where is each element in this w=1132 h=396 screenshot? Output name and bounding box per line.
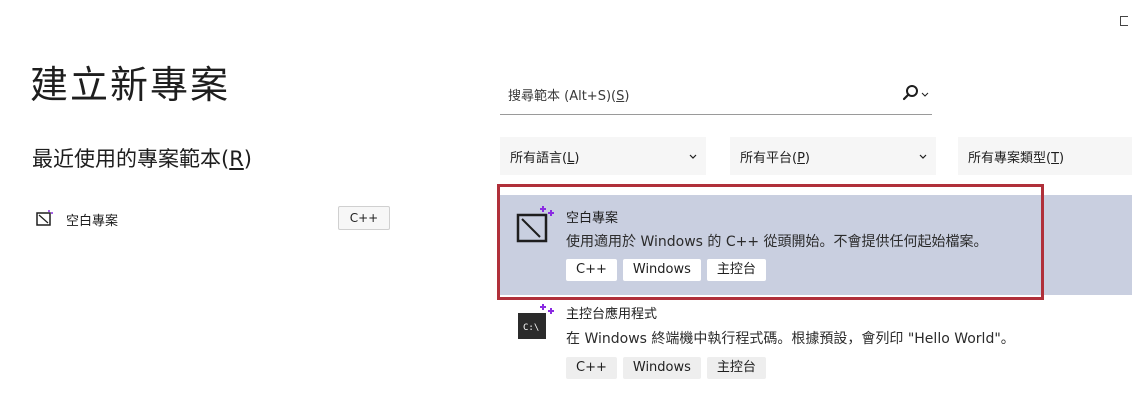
- search-placeholder-prefix: 搜尋範本 (Alt+S)(: [508, 89, 617, 104]
- recent-template-item[interactable]: 空白專案 C++: [32, 206, 392, 232]
- recent-heading-prefix: 最近使用的專案範本(: [32, 147, 230, 171]
- recent-template-language-tag: C++: [338, 206, 390, 230]
- template-tag: C++: [566, 259, 617, 281]
- recent-templates-heading: 最近使用的專案範本(R): [32, 143, 252, 173]
- empty-project-icon: [516, 206, 554, 243]
- platform-filter-dropdown[interactable]: 所有平台(P): [730, 137, 936, 175]
- recent-heading-suffix: ): [243, 147, 252, 171]
- language-filter-dropdown[interactable]: 所有語言(L): [500, 137, 706, 175]
- project-type-filter-accesskey: T: [1051, 151, 1060, 166]
- chevron-down-icon: [689, 154, 697, 159]
- template-title: 主控台應用程式: [566, 307, 658, 322]
- platform-filter-prefix: 所有平台(: [740, 151, 798, 166]
- language-filter-suffix: ): [574, 151, 580, 166]
- project-type-filter-prefix: 所有專案類型(: [968, 151, 1052, 166]
- language-filter-label: 所有語言(L): [510, 147, 579, 166]
- template-tag: 主控台: [706, 259, 766, 281]
- svg-text:C:\: C:\: [523, 323, 539, 333]
- search-placeholder: 搜尋範本 (Alt+S)(S): [508, 85, 629, 104]
- window-maximize-icon[interactable]: [1120, 16, 1128, 26]
- console-app-icon: C:\: [518, 304, 554, 339]
- recent-heading-accesskey: R: [229, 147, 244, 171]
- language-filter-prefix: 所有語言(: [510, 151, 568, 166]
- page-title: 建立新專案: [30, 63, 231, 107]
- template-card-console-app[interactable]: C:\ 主控台應用程式 在 Windows 終端機中執行程式碼。根據預設，會列印…: [500, 299, 1132, 385]
- template-description: 在 Windows 終端機中執行程式碼。根據預設，會列印 "Hello Worl…: [566, 331, 1015, 347]
- template-tag: Windows: [622, 259, 701, 281]
- platform-filter-accesskey: P: [797, 151, 805, 166]
- project-type-filter-suffix: ): [1059, 151, 1065, 166]
- project-type-filter-dropdown[interactable]: 所有專案類型(T): [958, 137, 1132, 175]
- template-description: 使用適用於 Windows 的 C++ 從頭開始。不會提供任何起始檔案。: [566, 234, 988, 250]
- project-type-filter-label: 所有專案類型(T): [968, 147, 1064, 166]
- template-tag: 主控台: [706, 357, 766, 379]
- platform-filter-suffix: ): [804, 151, 810, 166]
- recent-template-label: 空白專案: [66, 214, 119, 229]
- template-tag: C++: [566, 357, 617, 379]
- template-tags: C++ Windows 主控台: [566, 357, 772, 379]
- template-tags: C++ Windows 主控台: [566, 259, 772, 281]
- template-tag: Windows: [622, 357, 701, 379]
- search-input[interactable]: 搜尋範本 (Alt+S)(S): [500, 73, 932, 115]
- empty-project-icon: [36, 210, 53, 226]
- chevron-down-icon: [919, 154, 927, 159]
- platform-filter-label: 所有平台(P): [740, 147, 810, 166]
- template-title: 空白專案: [566, 211, 619, 226]
- search-placeholder-suffix: ): [624, 89, 630, 104]
- template-card-empty-project[interactable]: 空白專案 使用適用於 Windows 的 C++ 從頭開始。不會提供任何起始檔案…: [500, 195, 1132, 295]
- search-icon[interactable]: [902, 83, 930, 103]
